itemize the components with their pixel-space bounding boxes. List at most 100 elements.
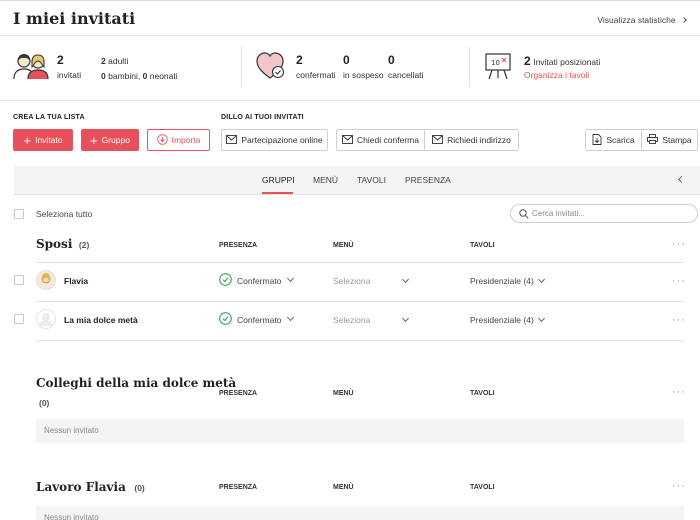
presence-value: Confermato bbox=[237, 275, 282, 286]
add-group-button[interactable]: + Gruppo bbox=[81, 129, 139, 151]
download-circle-icon bbox=[156, 133, 168, 147]
tab-tables[interactable]: TAVOLI bbox=[357, 175, 386, 185]
print-button[interactable]: Stampa bbox=[641, 129, 698, 151]
view-tabs: GRUPPI MENÙ TAVOLI PRESENZA bbox=[14, 166, 700, 195]
chevron-down-icon bbox=[287, 313, 295, 322]
col-presence: PRESENZA bbox=[219, 390, 258, 397]
infants-label: neonati bbox=[149, 71, 178, 81]
presence-dropdown[interactable]: Confermato bbox=[219, 273, 295, 288]
avatar bbox=[36, 270, 56, 292]
chevron-down-icon bbox=[538, 314, 546, 323]
guest-checkbox[interactable] bbox=[14, 314, 24, 324]
cancelled-label: cancellati bbox=[388, 70, 424, 80]
guest-checkbox[interactable] bbox=[14, 275, 24, 285]
create-list-label: CREA LA TUA LISTA bbox=[13, 114, 85, 121]
col-presence: PRESENZA bbox=[219, 484, 258, 491]
seated-count: 2 bbox=[524, 54, 531, 68]
avatar bbox=[36, 309, 56, 331]
menu-dropdown[interactable]: Seleziona bbox=[333, 314, 409, 325]
search-placeholder: Cerca invitati... bbox=[532, 209, 585, 218]
children-infants-stat: 0 bambini, 0 neonati bbox=[101, 71, 178, 81]
organize-tables-link[interactable]: Organizza i tavoli bbox=[524, 70, 589, 80]
chevron-left-icon[interactable] bbox=[677, 175, 686, 184]
select-all-checkbox[interactable] bbox=[14, 209, 24, 219]
guests-count: 2 bbox=[57, 53, 64, 67]
envelope-icon bbox=[432, 134, 444, 146]
add-guest-label: Invitato bbox=[35, 135, 63, 145]
ask-address-button[interactable]: Richiedi indirizzo bbox=[424, 129, 519, 151]
group-header-lavoro-flavia: Lavoro Flavia (0) bbox=[36, 480, 145, 494]
file-download-icon bbox=[592, 133, 602, 147]
active-tab-indicator bbox=[262, 192, 293, 194]
adults-label: adulti bbox=[108, 56, 129, 66]
presence-value: Confermato bbox=[237, 314, 282, 325]
table-value: Presidenziale (4) bbox=[470, 315, 534, 325]
table-value: Presidenziale (4) bbox=[470, 276, 534, 286]
empty-text: Nessun invitato bbox=[44, 426, 99, 435]
col-tables: TAVOLI bbox=[470, 484, 495, 491]
import-button[interactable]: Importa bbox=[147, 129, 210, 151]
menu-dropdown[interactable]: Seleziona bbox=[333, 275, 409, 286]
search-icon bbox=[519, 209, 529, 221]
col-menu: MENÙ bbox=[333, 242, 354, 249]
col-tables: TAVOLI bbox=[470, 390, 495, 397]
seated-label: Invitati posizionati bbox=[533, 57, 601, 67]
guests-icon bbox=[13, 52, 49, 82]
add-guest-button[interactable]: + Invitato bbox=[13, 129, 73, 151]
group-title: Lavoro Flavia bbox=[36, 480, 126, 494]
select-all-label: Seleziona tutto bbox=[36, 209, 93, 219]
table-dropdown[interactable]: Presidenziale (4) bbox=[470, 275, 546, 286]
svg-text:10: 10 bbox=[491, 59, 500, 67]
empty-group-placeholder: Nessun invitato bbox=[36, 419, 684, 443]
import-label: Importa bbox=[171, 135, 201, 145]
tab-menu[interactable]: MENÙ bbox=[313, 175, 338, 185]
group-count: (2) bbox=[78, 240, 90, 250]
confirmed-count: 2 bbox=[296, 53, 303, 67]
view-statistics-link[interactable]: Visualizza statistiche bbox=[597, 15, 687, 25]
tab-presence[interactable]: PRESENZA bbox=[405, 175, 451, 185]
group-options-icon[interactable]: ··· bbox=[672, 238, 686, 250]
guest-options-icon[interactable]: ··· bbox=[672, 275, 686, 287]
view-statistics-label: Visualizza statistiche bbox=[597, 15, 676, 25]
printer-icon bbox=[647, 134, 659, 146]
online-rsvp-button[interactable]: Partecipazione online bbox=[221, 129, 328, 151]
download-label: Scarica bbox=[606, 135, 635, 145]
col-presence: PRESENZA bbox=[219, 242, 258, 249]
group-options-icon[interactable]: ··· bbox=[672, 386, 686, 398]
seating-board-icon: 10 bbox=[484, 52, 514, 82]
pending-label: in sospeso bbox=[343, 70, 384, 80]
table-dropdown[interactable]: Presidenziale (4) bbox=[470, 314, 546, 325]
chevron-down-icon bbox=[401, 314, 409, 323]
online-rsvp-label: Partecipazione online bbox=[241, 135, 323, 145]
col-menu: MENÙ bbox=[333, 390, 354, 397]
print-label: Stampa bbox=[662, 135, 692, 145]
tab-groups[interactable]: GRUPPI bbox=[262, 175, 295, 185]
search-input[interactable]: Cerca invitati... bbox=[510, 204, 698, 223]
empty-group-placeholder: Nessun invitato bbox=[36, 506, 684, 520]
row-divider bbox=[36, 262, 684, 263]
top-border bbox=[0, 0, 700, 1]
seated-stat: 2 Invitati posizionati bbox=[524, 54, 600, 68]
check-circle-icon bbox=[219, 312, 232, 327]
ask-confirm-button[interactable]: Chiedi conferma bbox=[336, 129, 425, 151]
group-count: (0) bbox=[39, 398, 50, 408]
group-options-icon[interactable]: ··· bbox=[672, 480, 686, 492]
menu-value: Seleziona bbox=[333, 276, 371, 286]
chevron-down-icon bbox=[401, 275, 409, 284]
cancelled-count: 0 bbox=[388, 53, 395, 67]
guest-name[interactable]: Flavia bbox=[64, 276, 88, 286]
chevron-right-icon bbox=[681, 17, 687, 23]
ask-confirm-label: Chiedi conferma bbox=[357, 135, 419, 145]
menu-value: Seleziona bbox=[333, 315, 371, 325]
download-button[interactable]: Scarica bbox=[585, 129, 642, 151]
guest-options-icon[interactable]: ··· bbox=[672, 314, 686, 326]
summary-divider-2 bbox=[469, 47, 470, 87]
group-title: Colleghi della mia dolce metà bbox=[36, 376, 237, 390]
header-divider bbox=[0, 35, 700, 36]
row-divider bbox=[36, 340, 684, 341]
guest-name[interactable]: La mia dolce metà bbox=[64, 315, 138, 325]
col-menu: MENÙ bbox=[333, 484, 354, 491]
presence-dropdown[interactable]: Confermato bbox=[219, 312, 295, 327]
group-header-sposi: Sposi (2) bbox=[36, 237, 89, 251]
page-title: I miei invitati bbox=[13, 9, 136, 28]
